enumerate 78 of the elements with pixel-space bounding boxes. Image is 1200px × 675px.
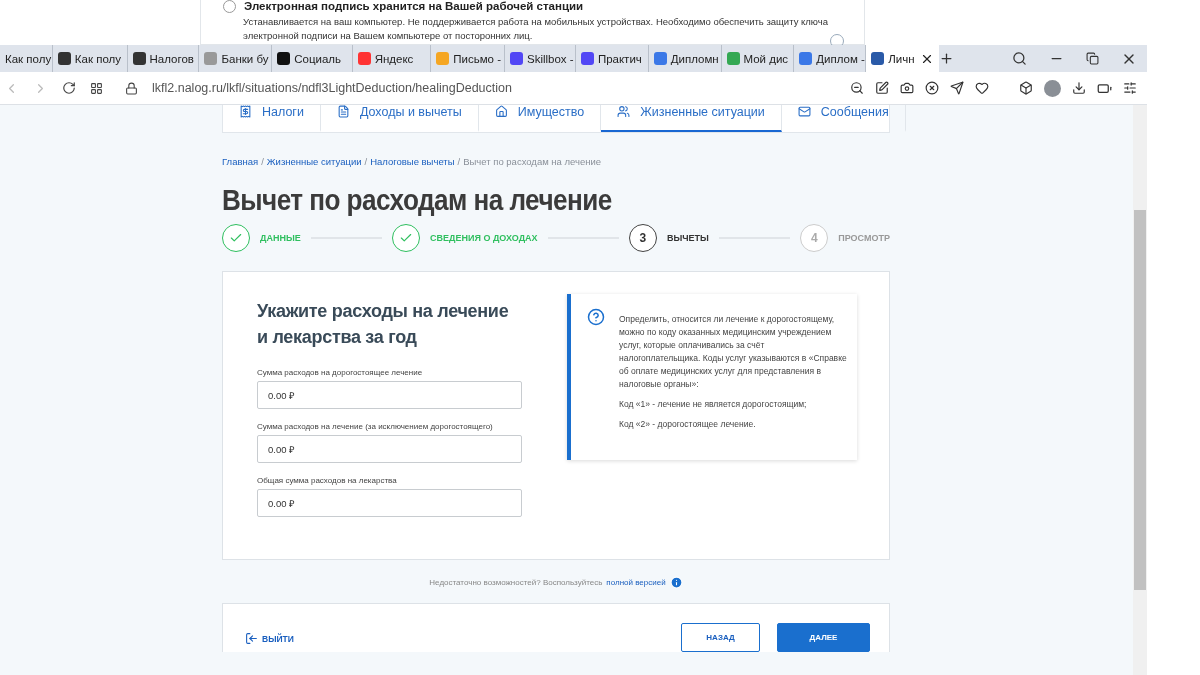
favicon-icon — [799, 52, 813, 65]
breadcrumb-link[interactable]: Главная — [222, 156, 259, 167]
option-title: Электронная подпись хранится на Вашей рабочей станции — [244, 0, 584, 13]
download-icon[interactable] — [1072, 81, 1086, 95]
breadcrumb-separator: / — [261, 156, 264, 167]
option-description: Устанавливается на ваш компьютер. Не поддерживается работа на мобильных устройствах. Необходимо обеспечить защиту ключа электронной подписи на Вашем компьютере от посторонних лиц. — [243, 15, 829, 43]
favicon-icon — [509, 52, 523, 65]
document-icon — [336, 105, 350, 118]
nav-tab[interactable]: Налоги — [223, 105, 321, 132]
step-label: ВЫЧЕТЫ — [666, 233, 709, 243]
step-circle: 4 — [800, 224, 829, 252]
amount-field[interactable]: 0.00 ₽ — [257, 381, 522, 409]
nav-tab[interactable]: Жизненные ситуации — [601, 105, 782, 132]
full-version-link[interactable]: полной версией — [606, 578, 666, 587]
next-button[interactable]: ДАЛЕЕ — [777, 623, 870, 652]
check-icon — [229, 231, 243, 245]
cube-icon[interactable] — [1019, 81, 1033, 95]
notice-text: Недостаточно возможностей? Воспользуйтесь — [429, 578, 603, 587]
house-icon — [494, 105, 508, 118]
amount-field[interactable]: 0.00 ₽ — [257, 435, 522, 463]
breadcrumb-link[interactable]: Жизненные ситуации — [266, 156, 362, 167]
back-button[interactable]: НАЗАД — [681, 623, 760, 652]
breadcrumb-separator: / — [457, 156, 461, 167]
favicon-icon — [580, 52, 594, 65]
favicon-icon — [871, 52, 885, 65]
favicon-icon — [204, 52, 218, 65]
radio-button[interactable] — [223, 0, 236, 13]
field-label: Сумма расходов на дорогостоящее лечение — [257, 368, 424, 377]
reload-icon[interactable] — [62, 81, 76, 95]
exit-icon — [245, 632, 258, 645]
field-label: Общая сумма расходов на лекарства — [257, 476, 398, 485]
url-field[interactable]: lkfl2.nalog.ru/lkfl/situations/ndfl3LightDeduction/healingDeduction — [152, 81, 836, 95]
envelope-icon — [797, 105, 811, 118]
favicon-icon — [436, 52, 450, 65]
scrollbar[interactable] — [1133, 105, 1147, 675]
exit-link[interactable]: ВЫЙТИ — [245, 632, 294, 645]
nav-tab[interactable]: Сообщения — [781, 105, 906, 132]
step-label: ПРОСМОТР — [838, 233, 890, 243]
settings-icon[interactable] — [1123, 81, 1137, 95]
favicon-icon — [132, 52, 146, 65]
search-icon[interactable] — [1012, 51, 1027, 66]
info-text: Определить, относится ли лечение к дорогостоящему, можно по коду оказанных медицинским учреждением услуг, которые оплачивались за счёт налогоплательщика. Коды услуг указываются в «Справке об оплате медицинских услуг для представления в налоговые органы»: — [619, 313, 847, 391]
breadcrumb-link[interactable]: Налоговые вычеты — [370, 156, 455, 167]
page-title: Вычет по расходам на лечение — [222, 184, 613, 217]
heart-icon[interactable] — [975, 81, 989, 95]
zoom-icon[interactable] — [850, 81, 864, 95]
check-icon — [399, 231, 414, 245]
breadcrumb-separator: / — [364, 156, 368, 167]
browser-tab[interactable]: Личн — [866, 45, 939, 72]
restore-icon[interactable] — [1086, 52, 1099, 65]
favicon-icon — [653, 52, 667, 65]
people-icon — [617, 105, 631, 118]
field-label: Сумма расходов на лечение (за исключением дорогостоящего) — [257, 422, 494, 431]
step-circle: 3 — [628, 224, 657, 252]
new-tab-icon[interactable] — [939, 51, 954, 66]
form-heading: Укажите расходы на лечение и лекарства за год — [257, 300, 510, 349]
avatar-icon[interactable] — [1044, 79, 1061, 97]
grid-icon[interactable] — [90, 81, 103, 95]
favicon-icon — [57, 52, 71, 65]
send-icon[interactable] — [950, 81, 964, 95]
block-icon[interactable] — [925, 81, 939, 95]
nav-tab[interactable]: Доходы и вычеты — [320, 105, 479, 132]
step-label: СВЕДЕНИЯ О ДОХОДАХ — [430, 233, 538, 243]
lock-icon — [125, 81, 138, 95]
info-text: Код «1» - лечение не является дорогостоящим; — [619, 398, 808, 411]
current-page-title: Вычет по расходам на лечение — [463, 156, 602, 167]
edit-icon[interactable] — [875, 81, 889, 95]
info-text: Код «2» - дорогостоящее лечение. — [619, 418, 757, 431]
info-icon[interactable] — [669, 576, 683, 589]
nav-tab[interactable]: Имущество — [478, 105, 602, 132]
camera-icon[interactable] — [900, 81, 914, 95]
step-label: ДАННЫЕ — [260, 233, 301, 243]
favicon-icon — [357, 52, 371, 65]
taxes-icon — [239, 105, 252, 118]
favicon-icon — [277, 52, 291, 65]
favicon-icon — [726, 52, 740, 65]
amount-field[interactable]: 0.00 ₽ — [257, 489, 522, 517]
help-icon — [587, 308, 605, 326]
